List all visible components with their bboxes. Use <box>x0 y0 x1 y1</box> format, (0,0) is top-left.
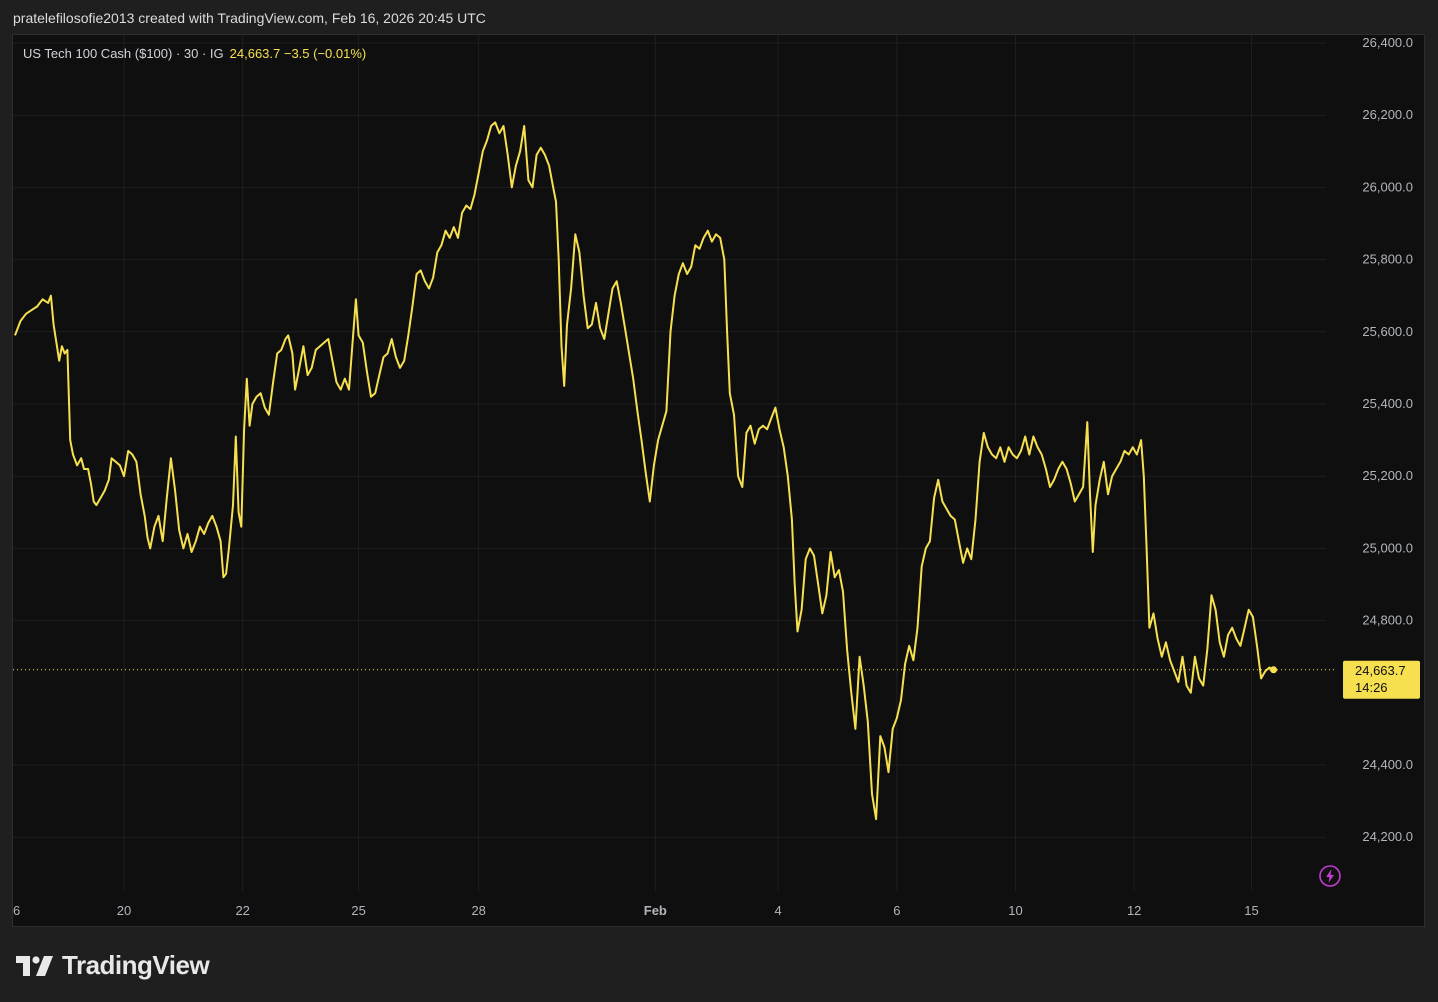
x-tick-label: 25 <box>351 903 365 918</box>
lightning-icon[interactable] <box>1318 864 1342 888</box>
price-tag-countdown: 14:26 <box>1355 680 1388 695</box>
y-tick-label: 24,400.0 <box>1362 757 1413 772</box>
y-tick-label: 26,400.0 <box>1362 35 1413 50</box>
chart-attribution: pratelefilosofie2013 created with Tradin… <box>13 10 486 26</box>
y-tick-label: 25,200.0 <box>1362 468 1413 483</box>
y-tick-label: 25,400.0 <box>1362 396 1413 411</box>
chart-area[interactable]: 26,400.0 26,200.0 26,000.0 25,800.0 25,600.0… <box>12 34 1425 927</box>
y-tick-label: 24,200.0 <box>1362 829 1413 844</box>
symbol-label: US Tech 100 Cash ($100) · 30 · IG <box>23 46 224 61</box>
x-tick-label: 10 <box>1008 903 1022 918</box>
y-tick-label: 24,800.0 <box>1362 613 1413 628</box>
x-tick-label: 4 <box>775 903 782 918</box>
x-tick-label: 20 <box>117 903 131 918</box>
tradingview-logo-icon <box>16 955 53 976</box>
x-tick-label: 15 <box>1244 903 1258 918</box>
y-tick-label: 26,000.0 <box>1362 179 1413 194</box>
price-tag-value: 24,663.7 <box>1355 663 1406 678</box>
tradingview-branding[interactable]: TradingView <box>16 950 210 981</box>
time-axis[interactable]: 6 20 22 25 28 Feb 4 6 10 12 15 <box>13 903 1259 918</box>
x-tick-label: 12 <box>1127 903 1141 918</box>
symbol-legend[interactable]: US Tech 100 Cash ($100) · 30 · IG 24,663.… <box>23 46 366 61</box>
price-tag: 24,663.7 14:26 <box>1343 660 1420 699</box>
price-change-label: 24,663.7 −3.5 (−0.01%) <box>229 46 367 61</box>
x-tick-label: 6 <box>13 903 20 918</box>
grid-lines <box>13 35 1326 891</box>
y-tick-label: 25,800.0 <box>1362 252 1413 267</box>
price-chart[interactable]: 26,400.0 26,200.0 26,000.0 25,800.0 25,600.0… <box>13 35 1424 926</box>
brand-name: TradingView <box>62 950 210 980</box>
price-series <box>14 121 1278 821</box>
x-tick-label: 6 <box>893 903 900 918</box>
y-tick-label: 26,200.0 <box>1362 107 1413 122</box>
price-axis[interactable]: 26,400.0 26,200.0 26,000.0 25,800.0 25,600.0… <box>1362 35 1413 844</box>
x-tick-label: Feb <box>644 903 667 918</box>
price-line <box>14 121 1275 821</box>
y-tick-label: 25,600.0 <box>1362 324 1413 339</box>
y-tick-label: 25,000.0 <box>1362 540 1413 555</box>
x-tick-label: 22 <box>235 903 249 918</box>
x-tick-label: 28 <box>471 903 485 918</box>
